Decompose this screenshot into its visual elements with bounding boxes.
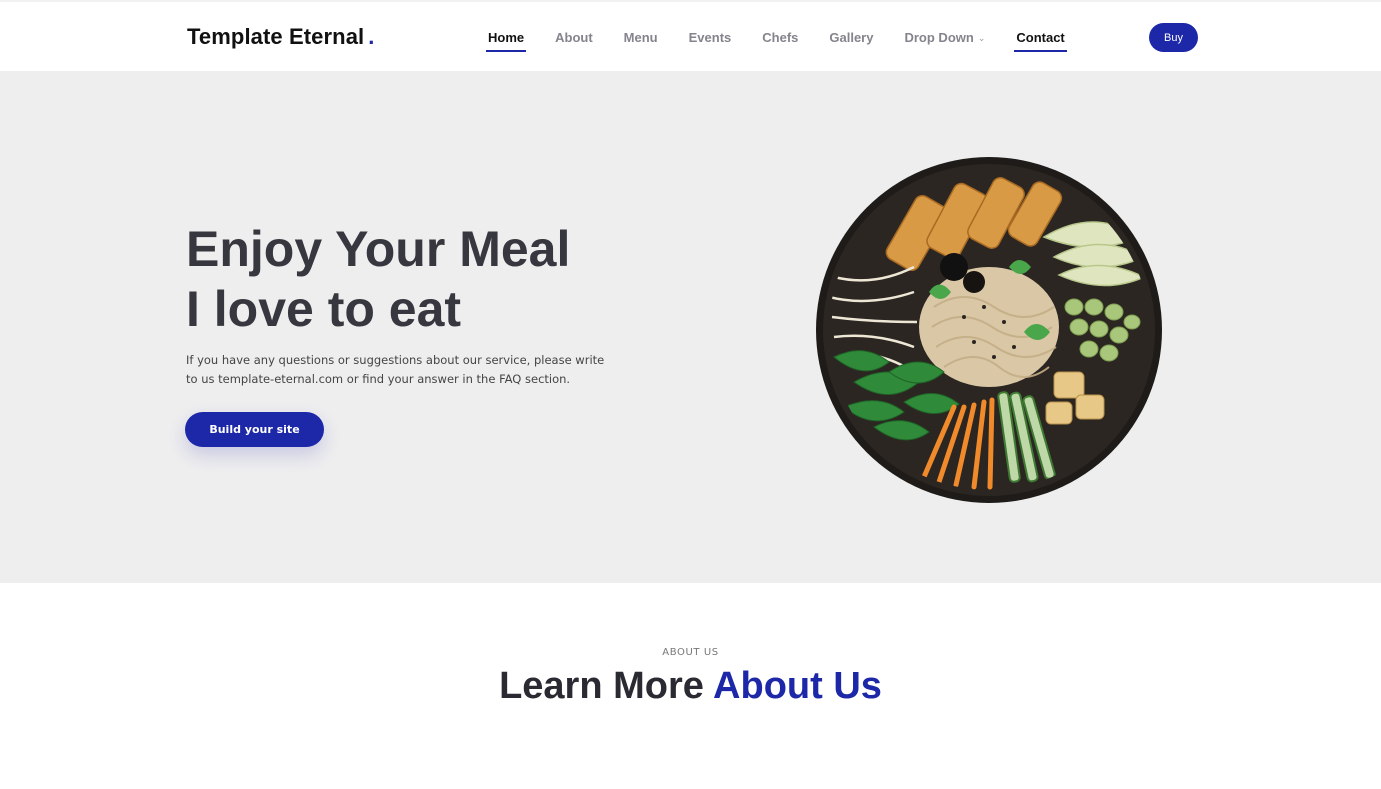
logo-dot: . bbox=[368, 24, 375, 49]
build-your-site-button[interactable]: Build your site bbox=[185, 412, 324, 447]
main-nav: Home About Menu Events Chefs Gallery Dro… bbox=[486, 26, 1094, 54]
logo[interactable]: Template Eternal. bbox=[187, 24, 374, 50]
nav-item-about[interactable]: About bbox=[553, 26, 595, 51]
nav-item-gallery[interactable]: Gallery bbox=[827, 26, 875, 51]
hero-section: Enjoy Your Meal I love to eat If you hav… bbox=[0, 71, 1381, 583]
food-bowl-image bbox=[814, 157, 1164, 503]
nav-item-label: Menu bbox=[623, 30, 658, 45]
nav-item-label: Chefs bbox=[762, 30, 799, 45]
nav-item-home[interactable]: Home bbox=[486, 26, 527, 52]
nav-item-events[interactable]: Events bbox=[687, 26, 734, 51]
about-eyebrow: ABOUT US bbox=[662, 647, 719, 658]
logo-text: Template Eternal bbox=[187, 24, 365, 49]
nav-item-label: Events bbox=[688, 30, 732, 45]
nav-item-chefs[interactable]: Chefs bbox=[760, 26, 800, 51]
nav-item-drop-down[interactable]: Drop Down ⌄ bbox=[902, 26, 987, 51]
hero-title-line-2: I love to eat bbox=[186, 281, 462, 337]
hero-title: Enjoy Your Meal I love to eat bbox=[186, 219, 570, 339]
nav-item-menu[interactable]: Menu bbox=[622, 26, 660, 51]
nav-item-label: Gallery bbox=[829, 30, 874, 45]
nav-item-contact[interactable]: Contact bbox=[1014, 26, 1068, 52]
buy-button[interactable]: Buy bbox=[1149, 23, 1198, 52]
food-bowl-illustration bbox=[816, 157, 1162, 503]
hero-description: If you have any questions or suggestions… bbox=[186, 353, 605, 386]
about-title: Learn More About Us bbox=[0, 664, 1381, 708]
nav-item-label: Drop Down bbox=[904, 30, 974, 45]
site-header: Template Eternal. Home About Menu Events… bbox=[0, 0, 1381, 71]
nav-item-label: Contact bbox=[1016, 30, 1065, 45]
hero-title-line-1: Enjoy Your Meal bbox=[186, 221, 571, 277]
about-title-plain: Learn More bbox=[499, 665, 704, 707]
chevron-down-icon: ⌄ bbox=[977, 33, 986, 43]
about-title-accent: About Us bbox=[713, 665, 882, 707]
nav-item-label: Home bbox=[488, 30, 525, 45]
nav-item-label: About bbox=[555, 30, 593, 45]
